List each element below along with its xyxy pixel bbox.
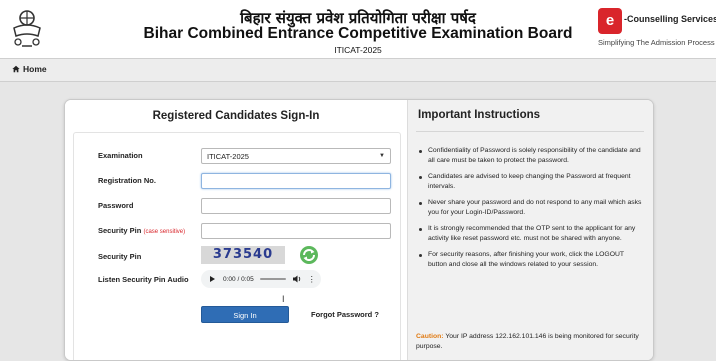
examination-label: Examination — [98, 151, 143, 160]
audio-progress[interactable] — [259, 278, 286, 280]
audio-time: 0:00 / 0:05 — [223, 275, 254, 283]
signin-form: Examination ITICAT-2025 ▼ Registration N… — [73, 132, 401, 360]
nav-home-label: Home — [23, 64, 47, 74]
examination-value: ITICAT-2025 — [207, 151, 249, 161]
instruction-item: For security reasons, after finishing yo… — [418, 250, 644, 270]
logo-badge: e — [598, 8, 622, 34]
instructions-panel: Important Instructions Confidentiality o… — [407, 100, 653, 360]
e-counselling-logo[interactable]: e -Counselling Services Simplifying The … — [596, 8, 716, 48]
security-pin-label: Security Pin (case sensitive) — [98, 226, 185, 235]
ip-caution: Caution: Your IP address 122.162.101.146… — [416, 332, 648, 352]
chevron-down-icon: ▼ — [379, 153, 385, 159]
kebab-icon[interactable]: ⋮ — [308, 275, 316, 284]
audio-label: Listen Security Pin Audio — [98, 275, 189, 284]
logo-tagline: Simplifying The Admission Process — [598, 38, 715, 47]
instructions-title: Important Instructions — [418, 109, 541, 121]
password-label: Password — [98, 201, 134, 210]
examination-select[interactable]: ITICAT-2025 ▼ — [201, 148, 391, 164]
nav-home-link[interactable]: Home — [12, 64, 47, 74]
case-sensitive-note: (case sensitive) — [143, 229, 186, 235]
home-icon — [12, 65, 20, 73]
instruction-item: Confidentiality of Password is solely re… — [418, 146, 644, 166]
instruction-item: Candidates are advised to keep changing … — [418, 172, 644, 192]
captcha-label: Security Pin — [98, 252, 142, 261]
instruction-item: It is strongly recommended that the OTP … — [418, 224, 644, 244]
volume-icon[interactable] — [292, 274, 302, 284]
registration-input[interactable] — [201, 173, 391, 189]
signin-card: Registered Candidates Sign-In Examinatio… — [64, 99, 654, 361]
play-icon[interactable] — [210, 276, 215, 282]
audio-player[interactable]: 0:00 / 0:05 ⋮ — [201, 270, 321, 288]
captcha-image: 373540 — [201, 246, 285, 264]
instructions-divider — [416, 131, 644, 132]
sign-in-button[interactable]: Sign In — [201, 306, 289, 323]
caution-label: Caution: — [416, 333, 444, 340]
instruction-item: Never share your password and do not res… — [418, 198, 644, 218]
security-pin-input[interactable] — [201, 223, 391, 239]
text-cursor-icon: I — [282, 294, 285, 304]
site-header: बिहार संयुक्त प्रवेश प्रतियोगिता परीक्षा… — [0, 0, 716, 58]
forgot-password-link[interactable]: Forgot Password ? — [311, 310, 379, 319]
security-pin-label-text: Security Pin — [98, 226, 142, 235]
signin-panel: Registered Candidates Sign-In Examinatio… — [65, 100, 407, 360]
instructions-list: Confidentiality of Password is solely re… — [418, 146, 644, 276]
top-navbar: Home — [0, 58, 716, 82]
password-input[interactable] — [201, 198, 391, 214]
signin-title: Registered Candidates Sign-In — [152, 110, 320, 122]
registration-label: Registration No. — [98, 176, 156, 185]
refresh-icon[interactable] — [299, 245, 319, 265]
caution-text: Your IP address 122.162.101.146 is being… — [416, 333, 639, 350]
logo-name: -Counselling Services — [624, 14, 716, 24]
